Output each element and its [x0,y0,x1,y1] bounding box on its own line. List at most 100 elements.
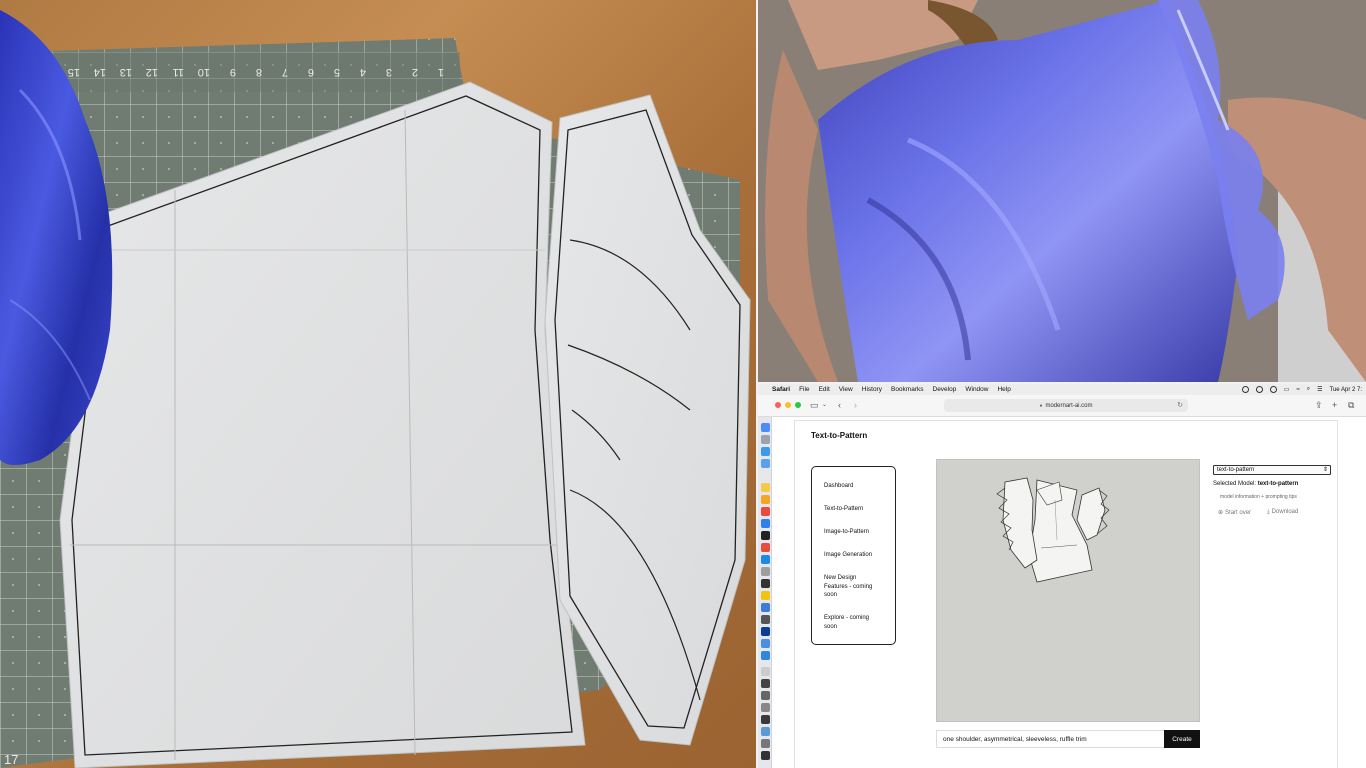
prompt-input[interactable] [936,730,1164,748]
browser-screenshot: Safari File Edit View History Bookmarks … [758,384,1366,768]
dock-app-icon[interactable] [761,679,770,688]
dock-app-icon[interactable] [761,639,770,648]
download-label: Download [1271,509,1299,515]
ruler-number: 3 [386,66,392,78]
menu-help[interactable]: Help [997,386,1010,393]
lock-icon: ● [1039,402,1043,409]
generated-pattern-drawing [996,477,1110,583]
ruler-number: 4 [360,66,366,78]
selected-model: Selected Model: text-to-pattern [1213,481,1298,487]
back-icon[interactable]: ‹ [838,400,841,411]
dock-app-icon[interactable] [761,579,770,588]
nav-item-image-generation[interactable]: Image Generation [824,551,890,560]
composite-image: 16151413121110987654321 181920212223 17 [0,0,1366,768]
status-icon[interactable] [1241,386,1249,393]
ruler-number: 11 [173,66,184,78]
dock-app-icon[interactable] [761,519,770,528]
control-center-icon[interactable]: ☰ [1317,386,1322,393]
menu-file[interactable]: File [799,386,809,393]
menu-window[interactable]: Window [965,386,988,393]
tab-overview-icon[interactable]: ⧉ [1348,400,1354,411]
dock-app-icon[interactable] [761,615,770,624]
menu-develop[interactable]: Develop [933,386,957,393]
reset-icon: ⊕ [1218,510,1224,516]
nav-item-image-to-pattern[interactable]: Image-to-Pattern [824,528,890,537]
menu-app-name[interactable]: Safari [772,386,790,393]
nav-item-new-design-features[interactable]: New Design Features - coming soon [824,574,880,600]
selected-model-value: text-to-pattern [1257,481,1299,487]
macos-menubar: Safari File Edit View History Bookmarks … [758,384,1366,395]
dock-app-icon[interactable] [761,459,770,468]
play-icon[interactable] [1269,386,1277,393]
nav-item-text-to-pattern[interactable]: Text-to-Pattern [824,505,890,514]
menu-view[interactable]: View [839,386,853,393]
ruler-number: 7 [282,66,288,78]
pattern-photo-drawing: 16151413121110987654321 181920212223 17 [0,10,751,768]
dock-app-icon[interactable] [761,471,770,480]
dock-app-icon[interactable] [761,703,770,712]
menu-edit[interactable]: Edit [819,386,830,393]
wifi-icon[interactable]: ≈ [1296,387,1299,393]
garment-photo-drawing [758,0,1366,382]
zoom-window-button[interactable] [795,402,801,408]
dock-app-icon[interactable] [761,715,770,724]
menu-history[interactable]: History [862,386,882,393]
ruler-number: 1 [438,66,444,78]
window-controls [775,402,801,408]
dock-app-icon[interactable] [761,567,770,576]
dock-app-icon[interactable] [761,447,770,456]
status-icon[interactable] [1255,386,1263,393]
model-select[interactable]: text-to-pattern ⇕ [1213,465,1331,475]
address-bar[interactable]: ● modernart-ai.com ↻ [944,399,1188,412]
close-window-button[interactable] [775,402,781,408]
side-navigation: Dashboard Text-to-Pattern Image-to-Patte… [811,466,896,645]
sidebar-toggle-icon[interactable]: ▭ [810,400,819,411]
menu-bookmarks[interactable]: Bookmarks [891,386,924,393]
download-button[interactable]: ⤓ Download [1267,509,1298,516]
model-select-value: text-to-pattern [1217,467,1255,473]
download-icon: ⤓ [1267,509,1270,515]
model-info-link[interactable]: model information + prompting tips [1220,494,1297,500]
spotlight-icon[interactable]: ⌕ [1307,386,1310,393]
dock-app-icon[interactable] [761,531,770,540]
dock-app-icon[interactable] [761,495,770,504]
menubar-clock[interactable]: Tue Apr 2 7: [1330,387,1362,393]
share-icon[interactable]: ⇪ [1315,400,1323,411]
pattern-canvas [936,459,1200,722]
dock-app-icon[interactable] [761,667,770,676]
dock-app-icon[interactable] [761,591,770,600]
forward-icon[interactable]: › [854,400,857,411]
ruler-number: 2 [412,66,418,78]
minimize-window-button[interactable] [785,402,791,408]
new-tab-icon[interactable]: + [1332,400,1337,411]
select-arrows-icon: ⇕ [1322,467,1328,473]
create-button[interactable]: Create [1164,730,1200,748]
dock-app-icon[interactable] [761,603,770,612]
battery-icon[interactable]: ▭ [1284,386,1290,393]
reload-icon[interactable]: ↻ [1177,401,1183,409]
dock-app-icon[interactable] [761,691,770,700]
dock-app-icon[interactable] [761,483,770,492]
pattern-photo: 16151413121110987654321 181920212223 17 [0,0,756,768]
dock-app-icon[interactable] [761,423,770,432]
ruler-number: 12 [146,66,158,78]
corner-mark: 17 [4,752,18,767]
dock-app-icon[interactable] [761,555,770,564]
dock-app-icon[interactable] [761,627,770,636]
nav-item-explore[interactable]: Explore - coming soon [824,614,880,631]
chevron-down-icon[interactable]: ⌄ [822,400,827,411]
dock-app-icon[interactable] [761,507,770,516]
dock-app-icon[interactable] [761,543,770,552]
url-text: modernart-ai.com [1045,402,1093,409]
nav-item-dashboard[interactable]: Dashboard [824,482,890,491]
dock-app-icon[interactable] [761,435,770,444]
ruler-number: 15 [68,66,80,78]
ruler-number: 6 [308,66,314,78]
selected-model-label: Selected Model: [1213,481,1257,487]
dock-app-icon[interactable] [761,727,770,736]
dock-app-icon[interactable] [761,739,770,748]
start-over-button[interactable]: ⊕ Start over [1218,509,1251,516]
web-page: Text-to-Pattern Dashboard Text-to-Patter… [794,420,1338,768]
dock-app-icon[interactable] [761,651,770,660]
dock-app-icon[interactable] [761,751,770,760]
